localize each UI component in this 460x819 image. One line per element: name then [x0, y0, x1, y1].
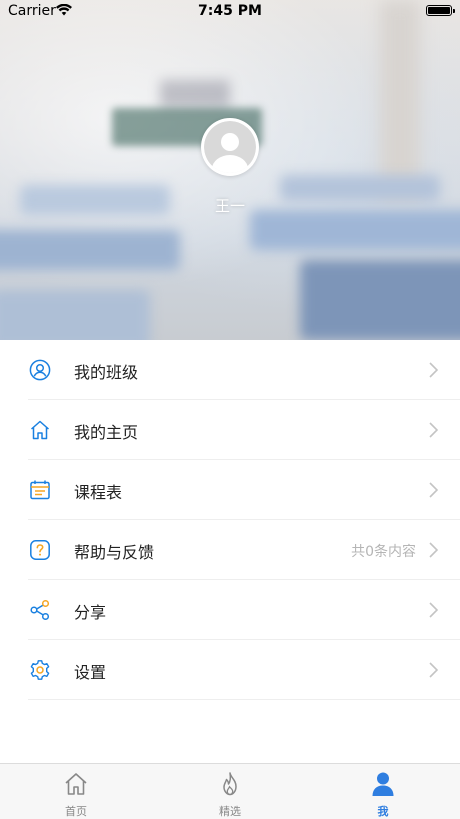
settings-gear-icon [30, 660, 50, 680]
chevron-right-icon [429, 422, 438, 438]
status-bar: Carrier 7:45 PM [0, 0, 460, 24]
status-time: 7:45 PM [198, 3, 262, 19]
person-icon [372, 772, 394, 796]
chevron-right-icon [429, 542, 438, 558]
help-icon [30, 540, 50, 560]
tab-me[interactable]: 我 [343, 764, 423, 819]
user-circle-icon [29, 359, 51, 381]
menu-item-help-feedback[interactable]: 帮助与反馈 共0条内容 [0, 520, 460, 580]
menu-item-my-class[interactable]: 我的班级 [0, 340, 460, 400]
flame-icon [223, 772, 237, 796]
tab-featured[interactable]: 精选 [190, 764, 270, 819]
tab-label: 精选 [219, 805, 241, 818]
chevron-right-icon [429, 662, 438, 678]
menu-item-settings[interactable]: 设置 [0, 640, 460, 700]
menu-item-label: 我的主页 [74, 423, 139, 442]
menu-item-label: 我的班级 [74, 363, 139, 382]
default-avatar-icon [204, 121, 256, 173]
chevron-right-icon [429, 362, 438, 378]
tab-home[interactable]: 首页 [36, 764, 116, 819]
menu-item-share[interactable]: 分享 [0, 580, 460, 640]
user-name: 王一 [214, 197, 245, 215]
chevron-right-icon [429, 482, 438, 498]
menu-item-label: 课程表 [74, 483, 123, 502]
home-icon [65, 773, 87, 795]
feedback-count-label: 共0条内容 [351, 544, 416, 560]
tab-label: 我 [377, 805, 389, 818]
tab-bar: 首页 精选 我 [0, 763, 460, 819]
calendar-icon [30, 480, 50, 500]
home-icon [31, 420, 49, 440]
menu-item-my-homepage[interactable]: 我的主页 [0, 400, 460, 460]
share-icon [30, 599, 50, 621]
menu-item-schedule[interactable]: 课程表 [0, 460, 460, 520]
battery-icon [426, 5, 455, 16]
menu-item-label: 设置 [74, 663, 107, 682]
avatar[interactable] [201, 118, 259, 176]
menu-item-label: 分享 [74, 603, 107, 622]
tab-label: 首页 [65, 805, 87, 818]
chevron-right-icon [429, 602, 438, 618]
profile-menu: 我的班级 我的主页 课程表 帮助与反馈 共0条内容 分享 设置 [0, 340, 460, 700]
menu-item-label: 帮助与反馈 [74, 543, 155, 562]
